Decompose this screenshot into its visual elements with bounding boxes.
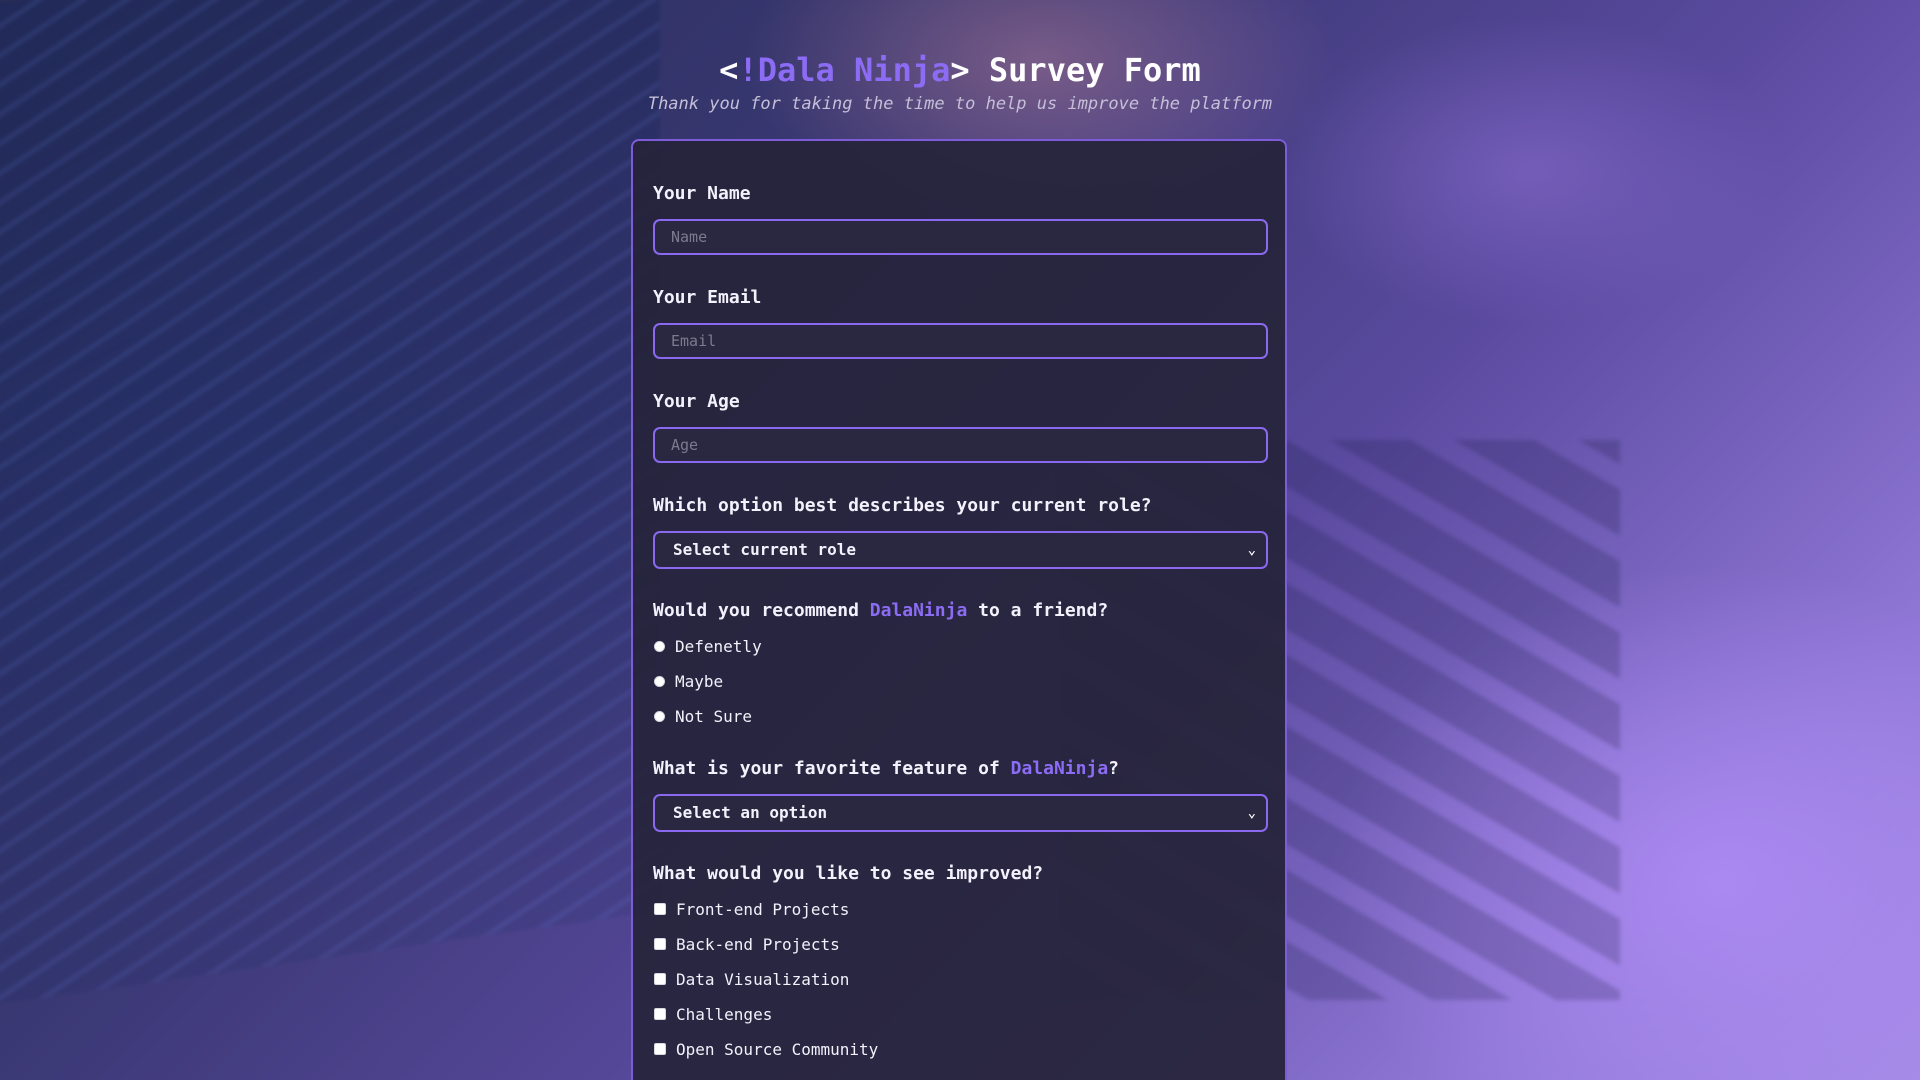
role-select[interactable]: Select current role ⌄ xyxy=(653,531,1268,569)
feature-label-after: ? xyxy=(1108,758,1120,779)
option-label: Front-end Projects xyxy=(676,899,850,919)
age-field-group: Your Age xyxy=(653,390,1268,463)
page-subtitle: Thank you for taking the time to help us… xyxy=(647,94,1273,114)
feature-label: What is your favorite feature of DalaNin… xyxy=(653,757,1268,781)
recommend-field-group: Would you recommend DalaNinja to a frien… xyxy=(653,599,1268,726)
age-input[interactable] xyxy=(653,427,1268,463)
chevron-down-icon: ⌄ xyxy=(1247,805,1256,821)
title-brand: !Dala Ninja xyxy=(738,51,951,89)
role-select-value: Select current role xyxy=(673,540,857,559)
title-close: > xyxy=(950,51,970,89)
checkbox[interactable] xyxy=(654,1043,666,1055)
recommend-label-before: Would you recommend xyxy=(653,600,870,621)
improve-field-group: What would you like to see improved? Fro… xyxy=(653,862,1268,1059)
checkbox[interactable] xyxy=(654,938,666,950)
recommend-option-not-sure[interactable]: Not Sure xyxy=(653,705,752,727)
page: <!Dala Ninja> Survey Form Thank you for … xyxy=(0,0,1920,1080)
checkbox[interactable] xyxy=(654,1008,666,1020)
email-field-group: Your Email xyxy=(653,286,1268,359)
option-label: Defenetly xyxy=(675,636,762,656)
checkbox[interactable] xyxy=(654,973,666,985)
name-input[interactable] xyxy=(653,219,1268,255)
improve-option-frontend[interactable]: Front-end Projects xyxy=(653,898,849,920)
role-label: Which option best describes your current… xyxy=(653,495,1152,516)
improve-option-challenges[interactable]: Challenges xyxy=(653,1003,772,1025)
email-input[interactable] xyxy=(653,323,1268,359)
recommend-label-brand: DalaNinja xyxy=(869,600,968,621)
name-label: Your Name xyxy=(653,183,751,204)
feature-select[interactable]: Select an option ⌄ xyxy=(653,794,1268,832)
feature-field-group: What is your favorite feature of DalaNin… xyxy=(653,757,1268,832)
improve-label: What would you like to see improved? xyxy=(653,863,1044,884)
page-title: <!Dala Ninja> Survey Form xyxy=(631,48,1289,92)
improve-option-data-visualization[interactable]: Data Visualization xyxy=(653,968,849,990)
chevron-down-icon: ⌄ xyxy=(1247,542,1256,558)
name-field-group: Your Name xyxy=(653,182,1268,255)
checkbox[interactable] xyxy=(654,903,666,915)
radio-button[interactable] xyxy=(654,710,665,722)
feature-label-before: What is your favorite feature of xyxy=(653,758,1011,779)
improve-option-open-source[interactable]: Open Source Community xyxy=(653,1038,878,1060)
title-rest: Survey Form xyxy=(969,51,1201,89)
recommend-option-defenetly[interactable]: Defenetly xyxy=(653,635,762,657)
option-label: Challenges xyxy=(676,1004,773,1024)
recommend-label-after: to a friend? xyxy=(967,600,1109,621)
email-label: Your Email xyxy=(653,287,762,308)
option-label: Maybe xyxy=(675,671,724,691)
age-label: Your Age xyxy=(653,391,740,412)
recommend-label: Would you recommend DalaNinja to a frien… xyxy=(653,599,1268,623)
survey-form: Your Name Your Email Your Age Which opti… xyxy=(631,139,1287,1080)
role-field-group: Which option best describes your current… xyxy=(653,494,1268,569)
page-header: <!Dala Ninja> Survey Form Thank you for … xyxy=(631,48,1289,116)
option-label: Data Visualization xyxy=(676,969,850,989)
radio-button[interactable] xyxy=(654,640,665,652)
recommend-option-maybe[interactable]: Maybe xyxy=(653,670,723,692)
feature-label-brand: DalaNinja xyxy=(1010,758,1109,779)
title-open: < xyxy=(719,51,739,89)
improve-option-backend[interactable]: Back-end Projects xyxy=(653,933,840,955)
option-label: Back-end Projects xyxy=(676,934,840,954)
feature-select-value: Select an option xyxy=(673,803,828,822)
option-label: Open Source Community xyxy=(676,1039,879,1059)
radio-button[interactable] xyxy=(654,675,665,687)
option-label: Not Sure xyxy=(675,706,753,726)
